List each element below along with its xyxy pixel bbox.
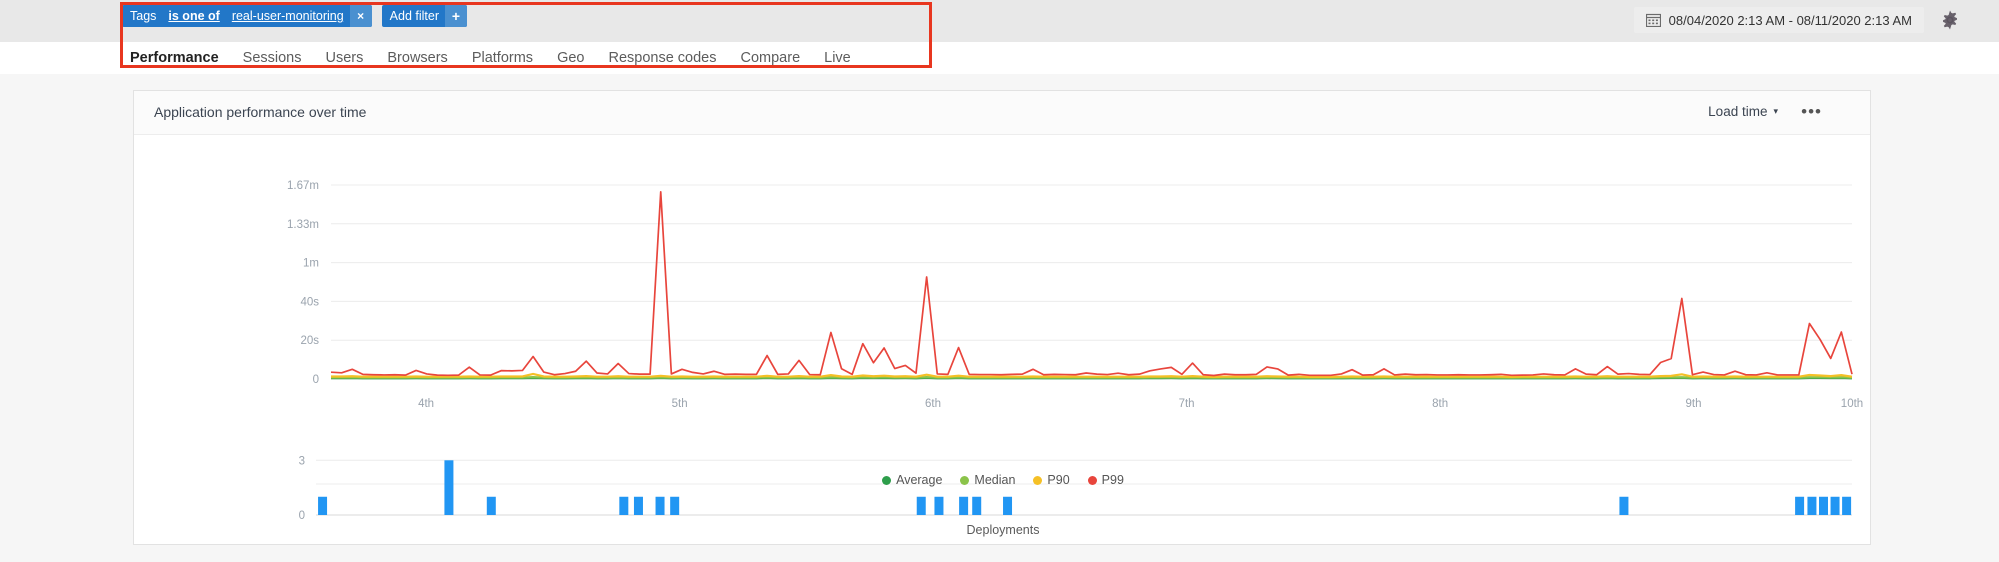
deployment-bar[interactable] — [972, 496, 982, 515]
y-axis-tick-label: 1.33m — [287, 219, 319, 231]
add-filter-label: Add filter — [389, 9, 440, 23]
deployment-bar[interactable] — [444, 460, 454, 515]
legend-item-median[interactable]: Median — [960, 473, 1015, 487]
deployment-bar[interactable] — [934, 496, 944, 515]
deployment-bar[interactable] — [1795, 496, 1805, 515]
chevron-down-icon: ▾ — [1773, 106, 1778, 116]
legend-label: Average — [896, 473, 943, 487]
more-options-icon[interactable]: ••• — [1801, 103, 1822, 120]
deployment-bar[interactable] — [1842, 496, 1852, 515]
deployment-bar[interactable] — [1807, 496, 1817, 515]
legend-label: Median — [974, 473, 1016, 487]
remove-filter-icon[interactable]: × — [349, 5, 372, 27]
legend-label: P90 — [1047, 473, 1070, 487]
tab-platforms[interactable]: Platforms — [472, 50, 557, 66]
page-body: Application performance over time Load t… — [0, 74, 1999, 562]
performance-chart-card: Application performance over time Load t… — [133, 90, 1871, 545]
y-axis-tick-label: 40s — [300, 296, 319, 308]
x-axis-tick-label: 8th — [1432, 398, 1448, 410]
deployment-bar[interactable] — [959, 496, 969, 515]
y-axis-tick-label: 1.67m — [287, 180, 319, 192]
tab-browsers[interactable]: Browsers — [387, 50, 471, 66]
chart-legend: Average Median P90 P99 — [134, 473, 1872, 487]
deployment-bar[interactable] — [1003, 496, 1013, 515]
plus-icon[interactable]: + — [445, 5, 468, 27]
tab-bar: Performance Sessions Users Browsers Platform… — [0, 42, 1999, 74]
legend-swatch-median — [960, 475, 970, 485]
deployment-bar[interactable] — [318, 496, 328, 515]
tab-geo[interactable]: Geo — [557, 50, 608, 66]
filter-value[interactable]: real-user-monitoring — [226, 5, 350, 27]
y-axis-tick-label: 1m — [303, 258, 319, 270]
tab-sessions[interactable]: Sessions — [243, 50, 326, 66]
deployment-bar[interactable] — [633, 496, 643, 515]
legend-swatch-average — [882, 475, 892, 485]
filter-operator: is one of — [168, 9, 220, 23]
tab-performance[interactable]: Performance — [130, 50, 243, 66]
page-title: Application performance over time — [154, 104, 367, 120]
deployment-bar[interactable] — [655, 496, 665, 515]
tab-users[interactable]: Users — [326, 50, 388, 66]
legend-item-average[interactable]: Average — [882, 473, 942, 487]
x-axis-tick-label: 4th — [418, 398, 434, 410]
tab-list: Performance Sessions Users Browsers Platform… — [130, 42, 875, 74]
x-axis-tick-label: 10th — [1841, 398, 1863, 410]
tab-live[interactable]: Live — [824, 50, 875, 66]
series-line-p99 — [330, 190, 1853, 377]
date-range-text: 08/04/2020 2:13 AM - 08/11/2020 2:13 AM — [1668, 12, 1912, 28]
deployment-bar[interactable] — [1830, 496, 1840, 515]
gear-icon[interactable] — [1939, 9, 1961, 31]
filter-pill-tags[interactable]: Tags is one of real-user-monitoring × — [122, 5, 372, 27]
tab-compare[interactable]: Compare — [741, 50, 825, 66]
metric-selector-label: Load time — [1708, 104, 1768, 119]
x-axis-tick-label: 7th — [1179, 398, 1195, 410]
add-filter-button[interactable]: Add filter + — [381, 5, 468, 27]
x-axis-tick-label: 9th — [1686, 398, 1702, 410]
filter-key: Tags — [130, 9, 157, 23]
x-axis-tick-label: 5th — [672, 398, 688, 410]
deployment-bar[interactable] — [916, 496, 926, 515]
y-axis-tick-label: 0 — [313, 374, 319, 386]
deployment-bar[interactable] — [619, 496, 629, 515]
legend-swatch-p99 — [1087, 475, 1097, 485]
deployment-bar[interactable] — [670, 496, 680, 515]
chart-area: 1.67m 1.33m 1m 40s 20s 0 4th 5th 6th 7th 8th 9th 10t… — [134, 135, 1872, 545]
legend-swatch-p90 — [1033, 475, 1043, 485]
top-toolbar: Tags is one of real-user-monitoring × Ad… — [0, 0, 1999, 42]
calendar-icon — [1645, 13, 1661, 27]
deployments-y-tick-label: 3 — [299, 455, 305, 467]
legend-label: P99 — [1101, 473, 1124, 487]
deployment-bar[interactable] — [1818, 496, 1828, 515]
y-axis-tick-label: 20s — [300, 335, 319, 347]
tab-response-codes[interactable]: Response codes — [608, 50, 740, 66]
deployment-bar[interactable] — [486, 496, 496, 515]
card-header: Application performance over time Load t… — [134, 91, 1870, 135]
filter-zone: Tags is one of real-user-monitoring × Ad… — [122, 5, 468, 27]
metric-selector-dropdown[interactable]: Load time ▾ — [1708, 104, 1778, 119]
deployment-bar[interactable] — [1619, 496, 1629, 515]
date-range-picker[interactable]: 08/04/2020 2:13 AM - 08/11/2020 2:13 AM — [1633, 7, 1924, 33]
deployments-axis-label: Deployments — [966, 523, 1040, 537]
deployments-y-tick-label: 0 — [299, 510, 305, 522]
x-axis-tick-label: 6th — [925, 398, 941, 410]
legend-item-p99[interactable]: P99 — [1087, 473, 1124, 487]
legend-item-p90[interactable]: P90 — [1033, 473, 1070, 487]
